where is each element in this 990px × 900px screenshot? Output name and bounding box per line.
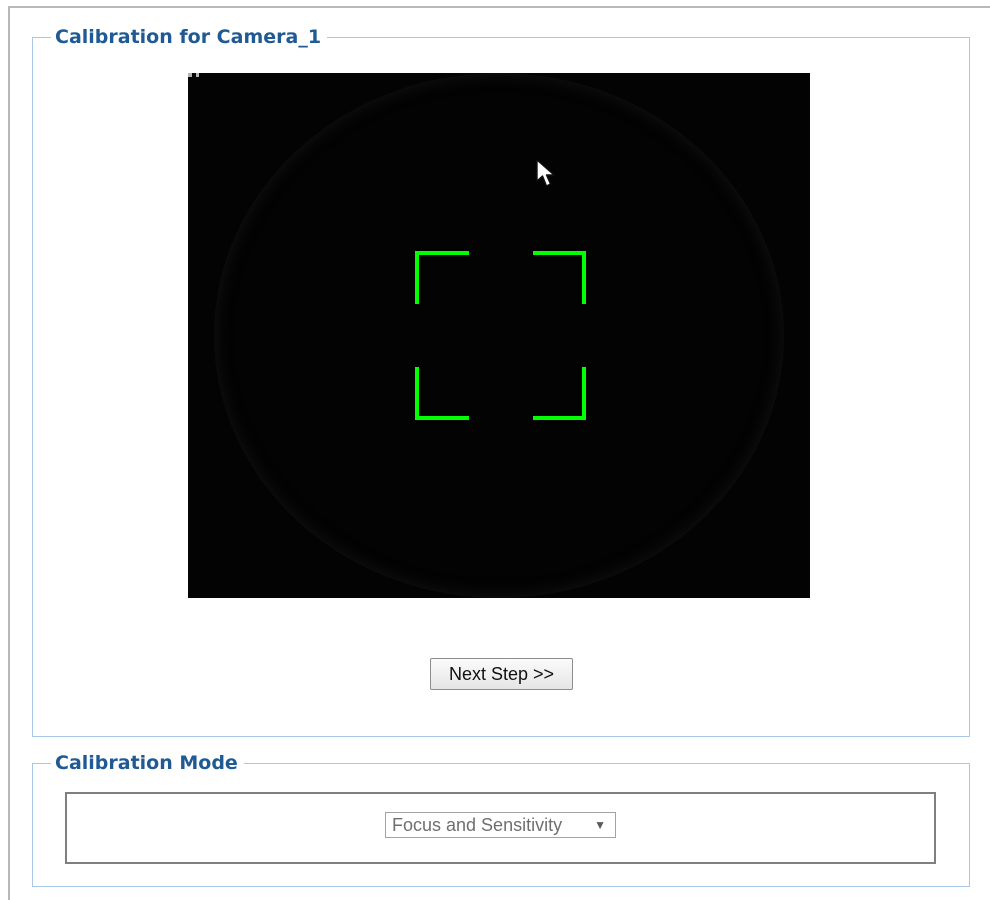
focus-bracket-top-left	[415, 251, 469, 304]
calibration-mode-title: Calibration Mode	[51, 751, 244, 775]
focus-bracket-bottom-right	[533, 367, 586, 420]
calibration-mode-box: Focus and Sensitivity ▼	[65, 792, 936, 864]
calibration-panel: Calibration for Camera_1 Next Step >>	[32, 25, 970, 737]
mouse-pointer-icon	[536, 159, 555, 187]
focus-overlay	[415, 251, 586, 420]
green-focus-brackets-icon	[415, 251, 586, 420]
calibration-mode-selected-value: Focus and Sensitivity	[392, 815, 563, 835]
calibration-mode-panel: Calibration Mode Focus and Sensitivity ▼	[32, 751, 970, 887]
calibration-mode-select[interactable]: Focus and Sensitivity ▼	[385, 812, 616, 838]
next-step-button[interactable]: Next Step >>	[430, 658, 573, 690]
camera-feed[interactable]	[188, 73, 810, 598]
focus-bracket-top-right	[533, 251, 586, 304]
triangle-down-icon: ▼	[594, 818, 606, 832]
focus-bracket-bottom-left	[415, 367, 469, 420]
calibration-panel-title: Calibration for Camera_1	[51, 25, 328, 49]
